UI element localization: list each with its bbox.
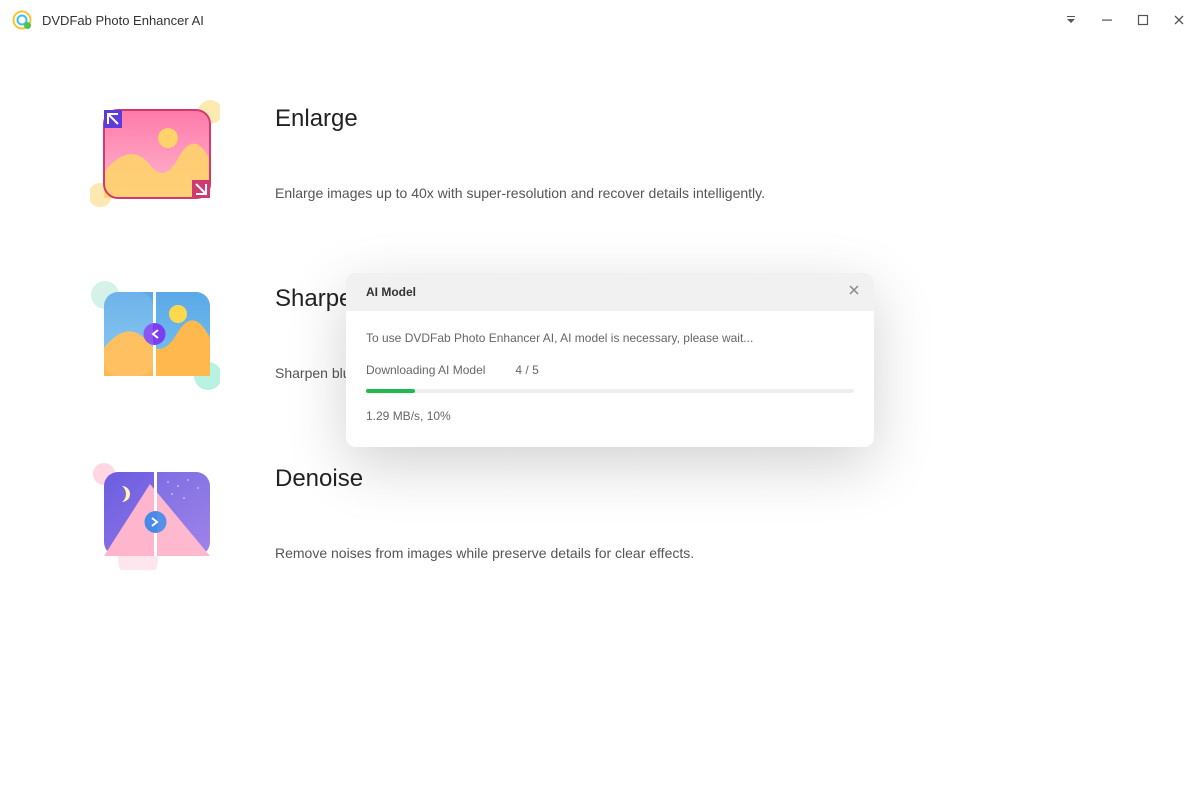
download-count: 4 / 5 [515,363,538,377]
titlebar-right [1062,11,1188,29]
dialog-title: AI Model [366,285,416,299]
enlarge-icon [90,100,220,210]
minimize-icon[interactable] [1098,11,1116,29]
progress-fill [366,389,415,393]
app-logo-icon [12,10,32,30]
close-icon[interactable] [1170,11,1188,29]
enlarge-desc: Enlarge images up to 40x with super-reso… [275,185,765,201]
dialog-message: To use DVDFab Photo Enhancer AI, AI mode… [366,331,854,345]
denoise-icon [90,460,220,570]
feature-enlarge[interactable]: Enlarge Enlarge images up to 40x with su… [90,100,1110,210]
download-speed: 1.29 MB/s, 10% [366,409,854,423]
downloading-label: Downloading AI Model [366,363,485,377]
menu-dropdown-icon[interactable] [1062,11,1080,29]
dialog-body: To use DVDFab Photo Enhancer AI, AI mode… [346,311,874,447]
app-title: DVDFab Photo Enhancer AI [42,13,204,28]
denoise-title: Denoise [275,465,694,493]
enlarge-title: Enlarge [275,105,765,133]
dialog-header: AI Model [346,273,874,311]
ai-model-dialog: AI Model To use DVDFab Photo Enhancer AI… [346,273,874,447]
dialog-close-icon[interactable] [848,283,860,301]
maximize-icon[interactable] [1134,11,1152,29]
progress-bar [366,389,854,393]
titlebar: DVDFab Photo Enhancer AI [0,0,1200,40]
sharpen-icon [90,280,220,390]
titlebar-left: DVDFab Photo Enhancer AI [12,10,204,30]
feature-denoise[interactable]: Denoise Remove noises from images while … [90,460,1110,570]
download-row: Downloading AI Model 4 / 5 [366,363,854,377]
denoise-desc: Remove noises from images while preserve… [275,545,694,561]
